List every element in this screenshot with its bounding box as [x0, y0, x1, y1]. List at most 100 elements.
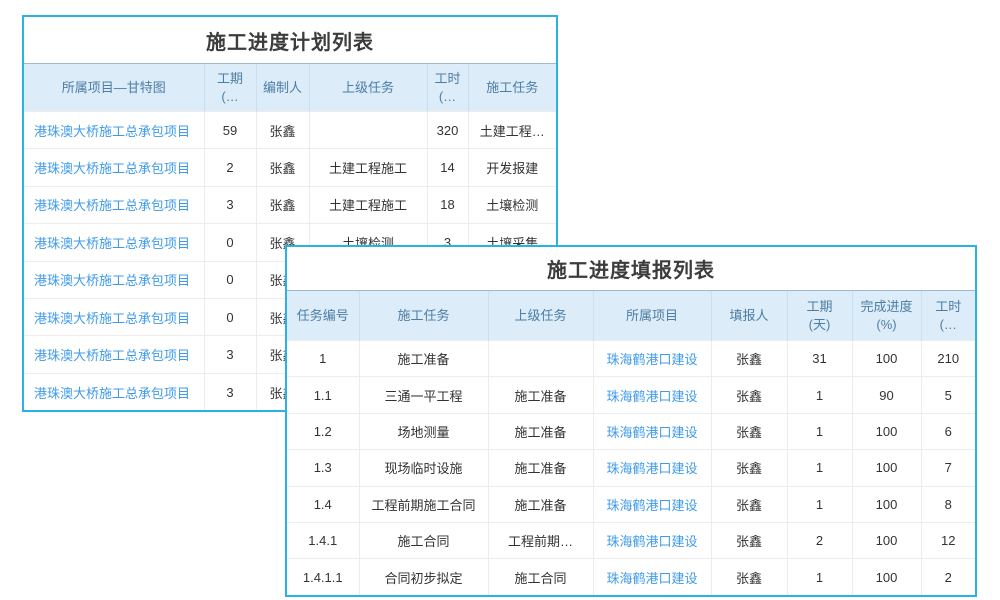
fill-table-title: 施工进度填报列表: [287, 247, 975, 290]
cell: [488, 341, 593, 377]
cell: 14: [427, 149, 468, 186]
cell: 场地测量: [359, 413, 488, 449]
cell: 张鑫: [256, 149, 309, 186]
cell: 张鑫: [711, 450, 787, 486]
cell: 施工准备: [488, 413, 593, 449]
project-link[interactable]: 港珠澳大桥施工总承包项目: [24, 336, 204, 373]
project-link[interactable]: 珠海鹤港口建设: [593, 377, 711, 413]
cell: 2: [921, 559, 975, 595]
cell: 现场临时设施: [359, 450, 488, 486]
cell: 3: [204, 186, 256, 223]
cell: 张鑫: [711, 486, 787, 522]
table-row: 港珠澳大桥施工总承包项目59张鑫320土建工程…: [24, 112, 556, 149]
cell: 320: [427, 112, 468, 149]
plan-table-title: 施工进度计划列表: [24, 17, 556, 63]
cell: 1.1: [287, 377, 359, 413]
project-link[interactable]: 珠海鹤港口建设: [593, 522, 711, 558]
cell: [309, 112, 427, 149]
cell: 2: [204, 149, 256, 186]
cell: 1.4.1.1: [287, 559, 359, 595]
cell: 开发报建: [468, 149, 556, 186]
cell: 100: [852, 522, 921, 558]
cell: 张鑫: [711, 522, 787, 558]
cell: 1.4.1: [287, 522, 359, 558]
project-link[interactable]: 珠海鹤港口建设: [593, 341, 711, 377]
column-header: 填报人: [711, 291, 787, 341]
cell: 张鑫: [256, 186, 309, 223]
cell: 张鑫: [711, 377, 787, 413]
cell: 张鑫: [256, 112, 309, 149]
column-header: 工期 (…: [204, 64, 256, 112]
header-row: 任务编号施工任务上级任务所属项目填报人工期 (天)完成进度 (%)工时 (…: [287, 291, 975, 341]
cell: 土壤检测: [468, 186, 556, 223]
table-row: 1.1三通一平工程施工准备珠海鹤港口建设张鑫1905: [287, 377, 975, 413]
table-row: 1.4.1.1合同初步拟定施工合同珠海鹤港口建设张鑫11002: [287, 559, 975, 595]
project-link[interactable]: 港珠澳大桥施工总承包项目: [24, 373, 204, 410]
cell: 施工合同: [359, 522, 488, 558]
cell: 1: [787, 450, 852, 486]
cell: 1: [787, 559, 852, 595]
cell: 施工准备: [488, 377, 593, 413]
cell: 5: [921, 377, 975, 413]
cell: 100: [852, 450, 921, 486]
table-row: 1.4工程前期施工合同施工准备珠海鹤港口建设张鑫11008: [287, 486, 975, 522]
column-header: 所属项目—甘特图: [24, 64, 204, 112]
cell: 0: [204, 298, 256, 335]
cell: 2: [787, 522, 852, 558]
cell: 施工合同: [488, 559, 593, 595]
cell: 1.4: [287, 486, 359, 522]
header-row: 所属项目—甘特图工期 (…编制人上级任务工时 (…施工任务: [24, 64, 556, 112]
project-link[interactable]: 珠海鹤港口建设: [593, 486, 711, 522]
cell: 1: [287, 341, 359, 377]
project-link[interactable]: 港珠澳大桥施工总承包项目: [24, 112, 204, 149]
cell: 100: [852, 341, 921, 377]
cell: 合同初步拟定: [359, 559, 488, 595]
cell: 施工准备: [488, 486, 593, 522]
page: { "plan_table": { "title": "施工进度计划列表", "…: [0, 0, 1000, 600]
cell: 土建工程施工: [309, 149, 427, 186]
cell: 12: [921, 522, 975, 558]
cell: 8: [921, 486, 975, 522]
cell: 100: [852, 413, 921, 449]
project-link[interactable]: 珠海鹤港口建设: [593, 413, 711, 449]
cell: 3: [204, 336, 256, 373]
fill-table: 任务编号施工任务上级任务所属项目填报人工期 (天)完成进度 (%)工时 (…1施…: [287, 290, 975, 595]
cell: 100: [852, 559, 921, 595]
cell: 三通一平工程: [359, 377, 488, 413]
cell: 1.3: [287, 450, 359, 486]
cell: 100: [852, 486, 921, 522]
table-row: 1.3现场临时设施施工准备珠海鹤港口建设张鑫11007: [287, 450, 975, 486]
project-link[interactable]: 港珠澳大桥施工总承包项目: [24, 261, 204, 298]
cell: 张鑫: [711, 413, 787, 449]
cell: 1.2: [287, 413, 359, 449]
column-header: 编制人: [256, 64, 309, 112]
cell: 土建工程…: [468, 112, 556, 149]
column-header: 上级任务: [488, 291, 593, 341]
cell: 施工准备: [488, 450, 593, 486]
cell: 0: [204, 261, 256, 298]
table-row: 1施工准备珠海鹤港口建设张鑫31100210: [287, 341, 975, 377]
cell: 工程前期…: [488, 522, 593, 558]
project-link[interactable]: 港珠澳大桥施工总承包项目: [24, 186, 204, 223]
cell: 土建工程施工: [309, 186, 427, 223]
cell: 1: [787, 486, 852, 522]
column-header: 完成进度 (%): [852, 291, 921, 341]
cell: 施工准备: [359, 341, 488, 377]
cell: 18: [427, 186, 468, 223]
cell: 3: [204, 373, 256, 410]
project-link[interactable]: 港珠澳大桥施工总承包项目: [24, 224, 204, 261]
cell: 0: [204, 224, 256, 261]
project-link[interactable]: 港珠澳大桥施工总承包项目: [24, 298, 204, 335]
fill-table-card: 施工进度填报列表 任务编号施工任务上级任务所属项目填报人工期 (天)完成进度 (…: [285, 245, 977, 597]
column-header: 上级任务: [309, 64, 427, 112]
project-link[interactable]: 珠海鹤港口建设: [593, 450, 711, 486]
column-header: 工时 (…: [921, 291, 975, 341]
project-link[interactable]: 港珠澳大桥施工总承包项目: [24, 149, 204, 186]
column-header: 施工任务: [359, 291, 488, 341]
cell: 210: [921, 341, 975, 377]
table-row: 港珠澳大桥施工总承包项目2张鑫土建工程施工14开发报建: [24, 149, 556, 186]
column-header: 施工任务: [468, 64, 556, 112]
project-link[interactable]: 珠海鹤港口建设: [593, 559, 711, 595]
cell: 6: [921, 413, 975, 449]
cell: 7: [921, 450, 975, 486]
